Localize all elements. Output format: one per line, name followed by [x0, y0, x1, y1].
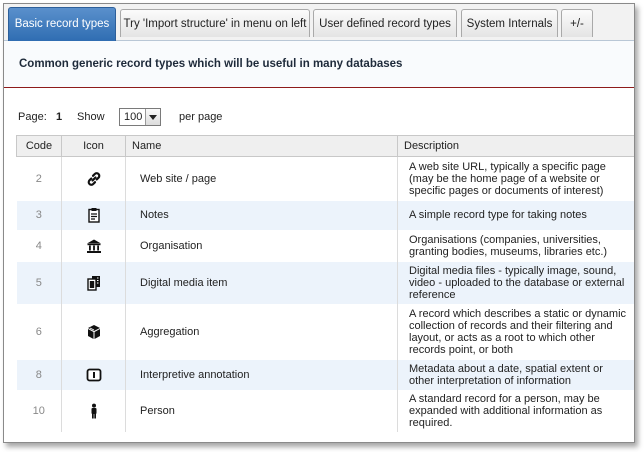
aggregation-icon — [86, 324, 102, 340]
table-row[interactable]: 8 Interpretive annotation Metadata about… — [16, 359, 634, 390]
per-page-label: per page — [179, 111, 223, 123]
row-description: Organisations (companies, universities, … — [409, 233, 608, 258]
row-code: 3 — [16, 200, 62, 230]
row-name[interactable]: Digital media item — [125, 261, 398, 304]
row-description: Metadata about a date, spatial extent or… — [397, 359, 634, 390]
record-types-panel: Basic record types Try 'Import structure… — [3, 3, 635, 443]
table-row[interactable]: 3 Notes A simple record type for taking … — [16, 200, 634, 230]
column-header-code[interactable]: Code — [16, 135, 62, 157]
table-row[interactable]: 2 Web site / page A web site URL, typica… — [16, 156, 635, 201]
column-header-icon[interactable]: Icon — [61, 135, 126, 157]
link-icon — [86, 171, 102, 187]
column-header-name[interactable]: Name — [125, 135, 398, 157]
row-description: A standard record for a person, may be e… — [409, 392, 603, 429]
row-code: 8 — [16, 359, 62, 390]
page-number[interactable]: 1 — [56, 111, 62, 123]
section-header: Common generic record types which will b… — [4, 41, 634, 88]
row-code: 4 — [16, 229, 62, 262]
row-code: 2 — [16, 156, 62, 201]
row-description: Digital media files - typically image, s… — [397, 261, 634, 304]
row-name[interactable]: Notes — [125, 200, 398, 230]
row-name[interactable]: Organisation — [125, 229, 398, 262]
row-description: A simple record type for taking notes — [397, 200, 634, 230]
row-code: 6 — [16, 303, 62, 360]
chevron-down-icon[interactable] — [145, 109, 160, 125]
tab-import-structure[interactable]: Try 'Import structure' in menu on left — [120, 9, 310, 37]
row-name[interactable]: Web site / page — [125, 156, 398, 201]
tab-basic-record-types[interactable]: Basic record types — [8, 7, 116, 41]
record-types-table: Code Icon Name Description 2 Web site / … — [16, 135, 635, 432]
row-code: 10 — [16, 389, 62, 432]
media-icon — [86, 275, 102, 291]
section-title: Common generic record types which will b… — [19, 58, 403, 70]
page-size-value: 100 — [124, 111, 143, 123]
row-description: A record which describes a static or dyn… — [409, 307, 627, 356]
page-size-select[interactable]: 100 — [119, 108, 161, 126]
row-description: A web site URL, typically a specific pag… — [409, 160, 606, 197]
building-icon — [86, 238, 102, 254]
table-row[interactable]: 5 Digital media item Digital media files… — [16, 261, 634, 304]
page-label: Page: — [18, 111, 47, 123]
row-name[interactable]: Interpretive annotation — [125, 359, 398, 390]
tab-user-defined-record-types[interactable]: User defined record types — [313, 9, 457, 37]
show-label: Show — [77, 111, 105, 123]
person-icon — [86, 403, 102, 419]
column-header-description[interactable]: Description — [397, 135, 634, 157]
row-name[interactable]: Person — [125, 389, 398, 432]
notes-icon — [86, 207, 102, 223]
tab-bar: Basic record types Try 'Import structure… — [4, 4, 634, 41]
table-row[interactable]: 4 Organisation Organisations (companies,… — [16, 229, 635, 262]
tab-add-remove[interactable]: +/- — [561, 9, 593, 37]
table-row[interactable]: 10 Person A standard record for a person… — [16, 389, 635, 432]
tab-system-internals[interactable]: System Internals — [461, 9, 558, 37]
annotation-icon — [86, 367, 102, 383]
table-header-row: Code Icon Name Description — [16, 135, 634, 157]
row-code: 5 — [16, 261, 62, 304]
row-name[interactable]: Aggregation — [125, 303, 398, 360]
table-row[interactable]: 6 Aggregation A record which describes a… — [16, 303, 635, 360]
